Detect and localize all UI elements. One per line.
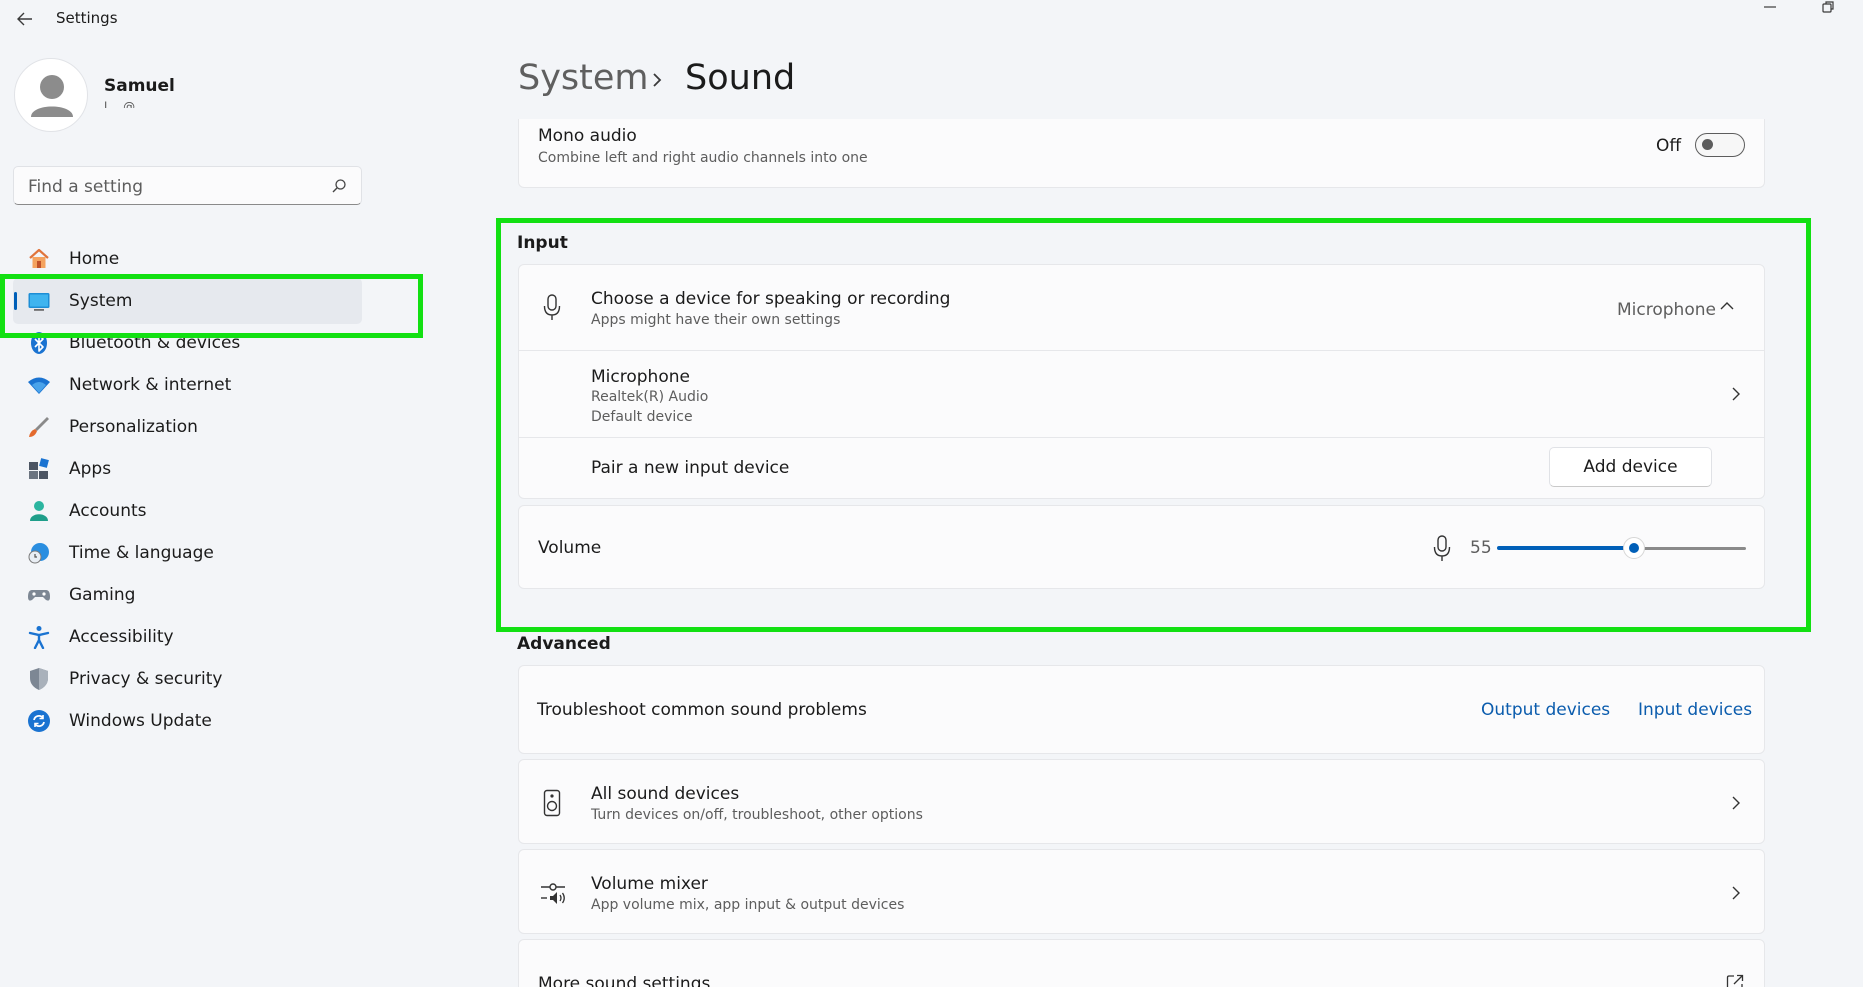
all-sound-devices-description: Turn devices on/off, troubleshoot, other… [591, 807, 923, 823]
troubleshoot-title: Troubleshoot common sound problems [537, 700, 867, 720]
sidebar-item-network[interactable]: Network & internet [13, 362, 362, 408]
chevron-right-icon [1732, 886, 1740, 900]
toggle-knob [1702, 139, 1713, 150]
chevron-right-icon [653, 73, 662, 87]
mono-audio-toggle[interactable] [1695, 133, 1745, 157]
user-email: l… @… [104, 100, 148, 108]
more-sound-settings-title: More sound settings [538, 974, 711, 987]
mono-audio-state: Off [1656, 136, 1682, 156]
minimize-icon[interactable] [1760, 0, 1780, 18]
highlight-box-input [496, 218, 1811, 632]
user-profile[interactable]: Samuel l… @… [14, 58, 414, 138]
home-icon [29, 248, 49, 268]
shield-icon [30, 668, 48, 690]
windows-update-icon [28, 710, 50, 732]
all-sound-devices-title: All sound devices [591, 784, 740, 804]
all-sound-devices-row[interactable]: All sound devices Turn devices on/off, t… [518, 759, 1765, 844]
mono-audio-title: Mono audio [538, 126, 637, 146]
wifi-icon [28, 377, 50, 394]
volume-mixer-description: App volume mix, app input & output devic… [591, 897, 905, 913]
sidebar-item-accessibility[interactable]: Accessibility [13, 614, 362, 660]
sidebar-item-label: Apps [69, 459, 112, 479]
sidebar-item-gaming[interactable]: Gaming [13, 572, 362, 618]
more-sound-settings-row[interactable]: More sound settings [518, 939, 1765, 987]
input-devices-link[interactable]: Input devices [1638, 700, 1752, 720]
mono-audio-card: Mono audio Combine left and right audio … [518, 119, 1765, 188]
arrow-left-icon[interactable] [14, 8, 36, 30]
sidebar-item-label: Windows Update [69, 711, 212, 731]
restore-icon[interactable] [1818, 0, 1838, 18]
sidebar-item-label: Accessibility [69, 627, 174, 647]
apps-icon [29, 458, 49, 479]
search-input[interactable]: Find a setting [13, 166, 362, 205]
sidebar-item-privacy[interactable]: Privacy & security [13, 656, 362, 702]
volume-mixer-icon [541, 883, 565, 904]
sidebar-item-label: Network & internet [69, 375, 232, 395]
app-title: Settings [56, 9, 118, 27]
paintbrush-icon [29, 417, 49, 437]
chevron-right-icon [1732, 796, 1740, 810]
globe-clock-icon [28, 543, 49, 564]
mono-audio-description: Combine left and right audio channels in… [538, 150, 868, 166]
sidebar-item-label: Personalization [69, 417, 198, 437]
avatar [14, 58, 88, 132]
person-icon [31, 75, 73, 117]
title-bar: Settings [0, 0, 1863, 38]
speaker-icon [543, 789, 561, 817]
highlight-box-system [0, 274, 423, 338]
troubleshoot-card: Troubleshoot common sound problems Outpu… [518, 665, 1765, 754]
volume-mixer-row[interactable]: Volume mixer App volume mix, app input &… [518, 849, 1765, 934]
search-placeholder: Find a setting [28, 177, 143, 197]
advanced-section-title: Advanced [517, 634, 611, 654]
page-title: Sound [685, 58, 796, 98]
accounts-icon [30, 501, 48, 521]
volume-mixer-title: Volume mixer [591, 874, 708, 894]
search-icon[interactable] [331, 178, 347, 194]
sidebar-item-label: Accounts [69, 501, 147, 521]
output-devices-link[interactable]: Output devices [1481, 700, 1610, 720]
sidebar-item-label: Home [69, 249, 120, 269]
sidebar-item-label: Privacy & security [69, 669, 223, 689]
breadcrumb-parent[interactable]: System [518, 58, 649, 98]
user-name: Samuel [104, 76, 175, 96]
sidebar-item-label: Gaming [69, 585, 136, 605]
sidebar-item-personalization[interactable]: Personalization [13, 404, 362, 450]
sidebar-item-apps[interactable]: Apps [13, 446, 362, 492]
sidebar-item-time-language[interactable]: Time & language [13, 530, 362, 576]
open-external-icon [1726, 974, 1744, 987]
sidebar-item-label: Time & language [69, 543, 214, 563]
accessibility-icon [28, 626, 50, 649]
sidebar-item-windows-update[interactable]: Windows Update [13, 698, 362, 744]
sidebar-item-accounts[interactable]: Accounts [13, 488, 362, 534]
gamepad-icon [28, 590, 50, 601]
